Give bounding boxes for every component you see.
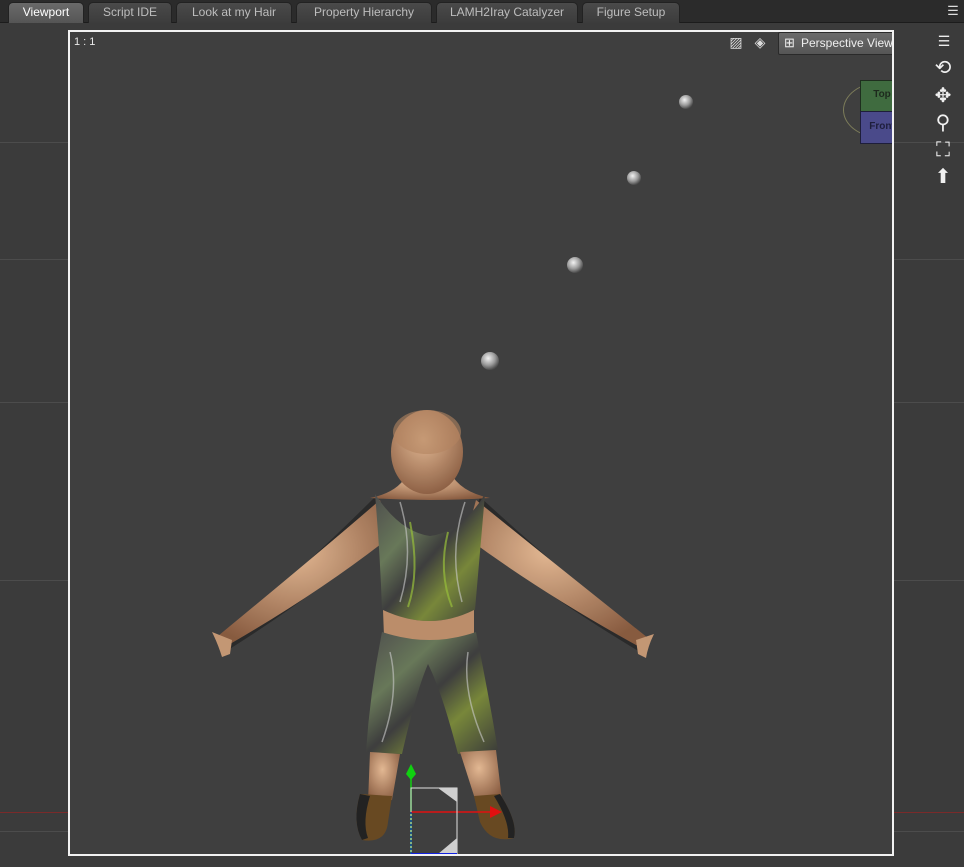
tab-viewport[interactable]: Viewport	[8, 2, 84, 23]
tab-label: Script IDE	[102, 5, 157, 19]
zoom-icon[interactable]: ⚲	[930, 111, 956, 135]
viewport-menu-icon[interactable]: ☰	[934, 32, 954, 50]
sphere-prop	[627, 171, 641, 185]
tab-script-ide[interactable]: Script IDE	[88, 2, 172, 23]
sphere-prop	[567, 257, 583, 273]
frame-icon[interactable]: ⛶	[930, 138, 956, 162]
tab-label: Viewport	[22, 5, 70, 19]
tab-bar: Viewport Script IDE Look at my Hair Prop…	[0, 0, 964, 23]
tab-label: Property Hierarchy	[313, 5, 415, 19]
tab-look-at-my-hair[interactable]: Look at my Hair	[176, 2, 292, 23]
orbit-icon[interactable]: ⟲	[930, 56, 956, 80]
reset-view-icon[interactable]: ⬆	[930, 165, 956, 189]
pan-icon[interactable]: ✥	[930, 84, 956, 108]
tab-lamh2iray-catalyzer[interactable]: LAMH2Iray Catalyzer	[436, 2, 578, 23]
viewport-scene[interactable]: 1 : 1 ▨ ◈ ⊞ Perspective View ▼ Top Front	[68, 30, 894, 856]
tab-label: LAMH2Iray Catalyzer	[449, 5, 565, 19]
sphere-prop	[679, 95, 693, 109]
tab-label: Look at my Hair	[191, 5, 277, 19]
scene-render	[212, 95, 693, 854]
figure	[212, 410, 654, 841]
tab-menu-icon[interactable]: ☰	[944, 2, 962, 20]
sphere-prop	[481, 352, 499, 370]
tab-property-hierarchy[interactable]: Property Hierarchy	[296, 2, 432, 23]
tab-label: Figure Setup	[596, 5, 666, 19]
tab-figure-setup[interactable]: Figure Setup	[582, 2, 680, 23]
